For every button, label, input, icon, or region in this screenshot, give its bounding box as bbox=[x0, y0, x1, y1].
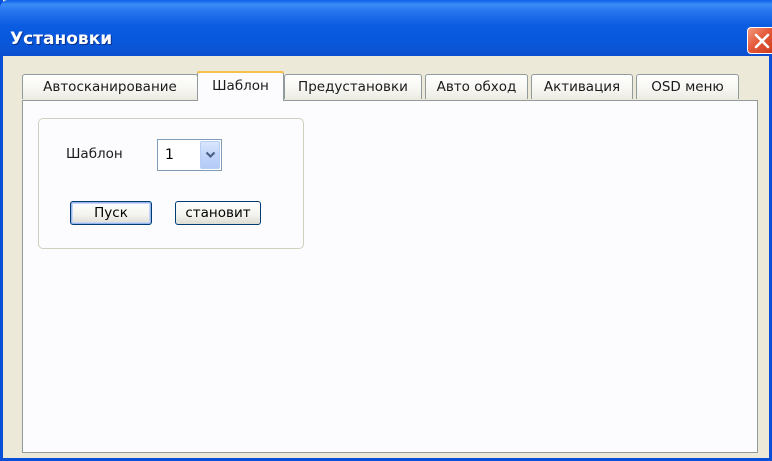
tab-label: Шаблон bbox=[212, 78, 269, 94]
tab-presets[interactable]: Предустановки bbox=[284, 74, 422, 99]
chevron-down-icon bbox=[205, 151, 216, 159]
tab-label: Автосканирование bbox=[43, 79, 177, 95]
stop-button[interactable]: становит bbox=[175, 201, 261, 225]
tab-label: OSD меню bbox=[651, 79, 724, 95]
tab-panel-pattern bbox=[22, 100, 758, 453]
tab-label: Активация bbox=[543, 79, 621, 95]
pattern-select-arrow[interactable] bbox=[200, 141, 220, 169]
start-button[interactable]: Пуск bbox=[70, 201, 152, 225]
tab-pattern[interactable]: Шаблон bbox=[197, 71, 284, 101]
close-icon bbox=[754, 33, 770, 49]
close-button[interactable] bbox=[747, 27, 772, 54]
tab-label: Предустановки bbox=[298, 79, 408, 95]
tab-auto-tour[interactable]: Авто обход bbox=[425, 74, 528, 99]
pattern-select-value: 1 bbox=[165, 147, 174, 163]
title-bar[interactable]: Установки bbox=[0, 0, 772, 56]
tab-label: Авто обход bbox=[436, 79, 517, 95]
tab-osd-menu[interactable]: OSD меню bbox=[636, 74, 739, 99]
settings-window: Установки Автосканирование Шаблон Предус… bbox=[0, 0, 772, 461]
pattern-group bbox=[38, 118, 304, 249]
client-area: Автосканирование Шаблон Предустановки Ав… bbox=[3, 56, 769, 458]
tab-activation[interactable]: Активация bbox=[531, 74, 633, 99]
tab-autoscan[interactable]: Автосканирование bbox=[22, 74, 198, 99]
pattern-select[interactable]: 1 bbox=[157, 139, 222, 171]
pattern-label: Шаблон bbox=[66, 146, 123, 162]
window-title: Установки bbox=[10, 29, 113, 49]
